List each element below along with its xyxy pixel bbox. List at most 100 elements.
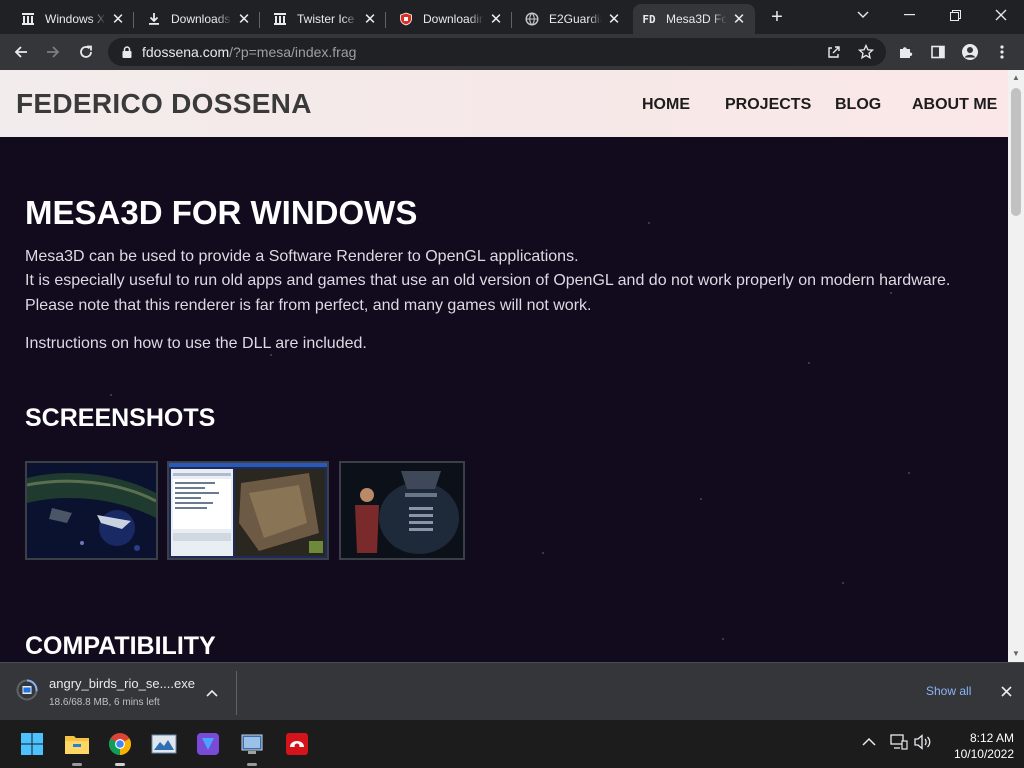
tab-separator [511,12,512,28]
new-tab-button[interactable]: + [764,6,790,28]
download-progress-icon[interactable] [16,679,38,701]
site-logo[interactable]: FEDERICO DOSSENA [16,88,312,120]
background-star [908,472,910,474]
windows-taskbar: 8:12 AM 10/10/2022 [0,720,1024,768]
download-filename[interactable]: angry_birds_rio_se....exe [49,676,195,691]
nav-about-me[interactable]: ABOUT ME [912,96,997,114]
close-icon[interactable]: ✕ [731,11,747,28]
share-button[interactable] [821,39,847,65]
back-button[interactable] [8,39,34,65]
tab-windows-xp[interactable]: Windows XP ✕ [12,4,134,34]
scroll-up-arrow-icon[interactable]: ▲ [1012,74,1020,82]
screenshots-heading: SCREENSHOTS [25,404,216,432]
profile-button[interactable] [957,39,983,65]
shield-icon [398,11,414,27]
game-button[interactable] [283,730,311,758]
page-viewport: FEDERICO DOSSENA HOME PROJECTS BLOG ABOU… [0,70,1008,662]
side-panel-button[interactable] [925,39,951,65]
start-button[interactable] [18,730,46,758]
screenshot-thumbnail[interactable] [339,461,465,560]
photos-icon [151,734,177,754]
app-button[interactable] [194,730,222,758]
download-status: 18.6/68.8 MB, 6 mins left [49,697,160,708]
arrow-right-icon [47,46,60,58]
nav-home[interactable]: HOME [642,96,690,114]
menu-button[interactable] [989,39,1015,65]
chevron-down-icon [857,11,869,18]
scrollbar-thumb[interactable] [1011,88,1021,216]
screenshot-thumbnail[interactable] [25,461,158,560]
compatibility-heading: COMPATIBILITY [25,632,216,660]
address-bar[interactable]: fdossena.com/?p=mesa/index.frag [108,38,886,66]
tab-e2guardian[interactable]: E2Guardian ✕ [516,4,630,34]
tab-title: Windows XP [45,12,106,26]
background-star [808,362,810,364]
profile-icon [962,44,978,60]
bookmark-button[interactable] [853,39,879,65]
minimize-button[interactable] [886,0,932,30]
game-menu-image [341,463,463,558]
reload-button[interactable] [73,39,99,65]
network-button[interactable] [890,734,908,753]
tab-strip: Windows XP ✕ Downloads ✕ Twister Ice ✕ D… [0,0,1024,34]
background-star [542,552,544,554]
fd-logo-icon: FD [642,12,656,26]
tab-mesa3d[interactable]: FD Mesa3D Fo ✕ [633,4,755,34]
game-icon [286,733,308,755]
close-icon[interactable]: ✕ [236,11,252,28]
background-star [700,498,702,500]
close-icon [995,9,1007,21]
background-star [110,394,112,396]
reload-icon [80,45,92,58]
share-icon [828,46,840,58]
speaker-icon [914,734,931,750]
browser-toolbar: fdossena.com/?p=mesa/index.frag [0,34,1024,70]
nav-blog[interactable]: BLOG [835,96,881,114]
lock-icon [122,46,132,58]
taskbar-clock[interactable]: 8:12 AM 10/10/2022 [938,730,1014,762]
archive-org-icon [20,11,36,27]
instructions-text: Instructions on how to use the DLL are i… [25,335,367,352]
restore-icon [949,9,961,21]
puzzle-icon [900,47,913,58]
intro-line-2: It is especially useful to run old apps … [25,272,951,289]
minimize-icon [903,14,915,16]
close-icon[interactable]: ✕ [362,11,378,28]
file-explorer-button[interactable] [63,730,91,766]
tab-title: Twister Ice [297,12,355,26]
chrome-button[interactable] [106,730,134,766]
restore-button[interactable] [932,0,978,30]
tab-title: E2Guardian [549,12,602,26]
kebab-menu-icon [1000,45,1004,59]
clock-date: 10/10/2022 [953,747,1014,761]
chevron-up-icon [206,689,218,697]
background-star [890,292,892,294]
page-scrollbar[interactable]: ▲ ▼ [1008,70,1024,662]
download-separator [236,671,237,715]
close-download-bar-button[interactable] [996,681,1016,701]
globe-icon [524,11,540,27]
tab-downloads[interactable]: Downloads ✕ [138,4,260,34]
download-options-button[interactable] [202,683,222,703]
extensions-button[interactable] [893,39,919,65]
tray-overflow-button[interactable] [862,735,876,750]
close-icon[interactable]: ✕ [110,11,126,28]
control-panel-button[interactable] [238,730,266,766]
app-window-image [169,463,327,558]
arrow-left-icon [14,46,27,58]
close-window-button[interactable] [978,0,1024,30]
tab-title: Mesa3D Fo [666,12,727,26]
show-all-downloads-link[interactable]: Show all [926,684,971,698]
tab-search-button[interactable] [840,0,886,30]
nav-projects[interactable]: PROJECTS [725,96,811,114]
photos-button[interactable] [150,730,178,758]
close-icon[interactable]: ✕ [606,11,622,28]
close-icon[interactable]: ✕ [488,11,504,28]
volume-button[interactable] [914,734,932,753]
tab-twister[interactable]: Twister Ice ✕ [264,4,386,34]
scroll-down-arrow-icon[interactable]: ▼ [1012,650,1020,658]
screenshot-thumbnail[interactable] [167,461,329,560]
tab-downloading[interactable]: Downloading ✕ [390,4,512,34]
forward-button[interactable] [40,39,66,65]
url-path: /?p=mesa/index.frag [229,44,357,60]
